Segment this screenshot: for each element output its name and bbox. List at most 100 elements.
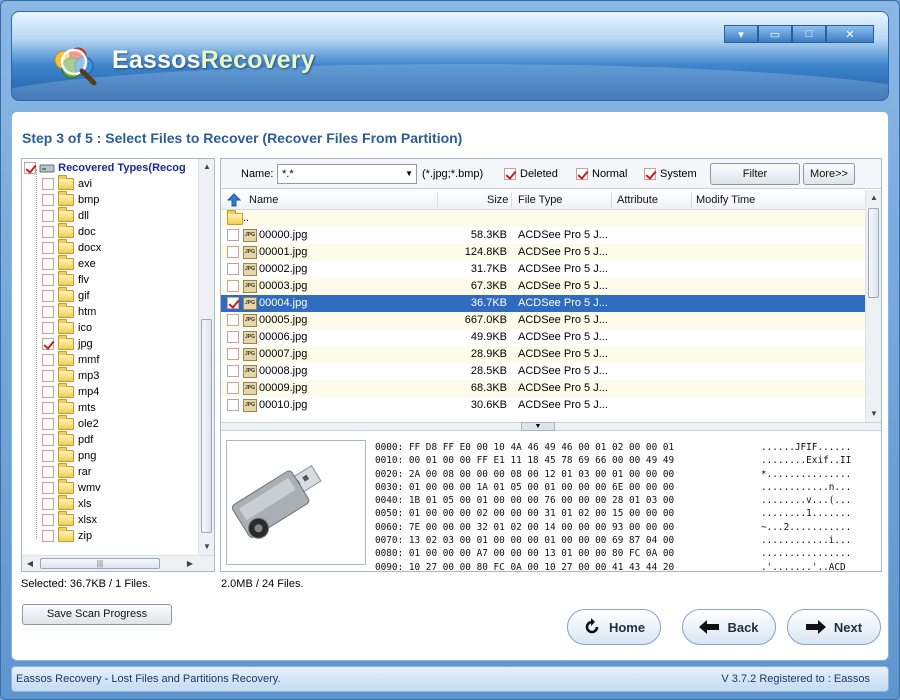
file-row-checkbox[interactable] <box>227 331 239 343</box>
file-row[interactable]: JPG 00005.jpg 667.0KB ACDSee Pro 5 J... <box>221 312 865 329</box>
tree-item[interactable]: jpg <box>42 335 93 352</box>
tree-item[interactable]: xls <box>42 495 91 512</box>
home-button[interactable]: Home <box>567 609 661 645</box>
dropdown-arrow-icon[interactable]: ▼ <box>405 165 413 183</box>
up-folder-icon[interactable] <box>227 193 241 207</box>
tree-item-checkbox[interactable] <box>42 450 54 463</box>
name-filter-combobox[interactable]: *.* ▼ <box>277 164 417 184</box>
scroll-down-arrow-icon[interactable]: ▼ <box>866 406 881 422</box>
system-checkbox-box[interactable] <box>644 168 656 180</box>
file-row[interactable]: JPG 00002.jpg 31.7KB ACDSee Pro 5 J... <box>221 261 865 278</box>
tree-item[interactable]: zip <box>42 527 92 544</box>
tree-item-checkbox[interactable] <box>42 242 54 255</box>
tree-item-checkbox[interactable] <box>42 418 54 431</box>
preview-splitter[interactable]: ▼ <box>221 422 881 431</box>
file-row-checkbox[interactable] <box>227 382 239 394</box>
file-row[interactable]: JPG 00008.jpg 28.5KB ACDSee Pro 5 J... <box>221 363 865 380</box>
scroll-right-arrow-icon[interactable]: ▶ <box>182 556 198 571</box>
system-checkbox[interactable]: System <box>644 168 697 180</box>
next-button[interactable]: Next <box>787 609 881 645</box>
save-scan-progress-button[interactable]: Save Scan Progress <box>22 604 172 625</box>
tree-item[interactable]: mp3 <box>42 367 99 384</box>
file-row-checkbox[interactable] <box>227 399 239 411</box>
tree-item-checkbox[interactable] <box>42 226 54 239</box>
tree-scroll-thumb[interactable] <box>201 319 212 533</box>
normal-checkbox[interactable]: Normal <box>576 168 627 180</box>
tree-item-checkbox[interactable] <box>42 258 54 271</box>
tree-item[interactable]: flv <box>42 271 89 288</box>
tree-item-checkbox[interactable] <box>42 386 54 399</box>
scroll-left-arrow-icon[interactable]: ◀ <box>22 556 38 571</box>
tree-item[interactable]: avi <box>42 175 92 192</box>
menu-dropdown-button[interactable]: ▾ <box>724 25 758 43</box>
scroll-up-arrow-icon[interactable]: ▲ <box>866 190 881 206</box>
tree-item-checkbox[interactable] <box>42 210 54 223</box>
tree-item-checkbox[interactable] <box>42 194 54 207</box>
tree-item-checkbox[interactable] <box>42 178 54 191</box>
tree-item-checkbox[interactable] <box>42 274 54 287</box>
column-header-attribute[interactable]: Attribute <box>617 194 658 206</box>
file-row[interactable]: JPG 00010.jpg 30.6KB ACDSee Pro 5 J... <box>221 397 865 414</box>
tree-item[interactable]: png <box>42 447 96 464</box>
tree-item[interactable]: mmf <box>42 351 99 368</box>
collapse-arrow-icon[interactable]: ▼ <box>521 422 555 431</box>
tree-horizontal-scrollbar[interactable]: ◀ ||| ▶ <box>22 555 214 571</box>
normal-checkbox-box[interactable] <box>576 168 588 180</box>
parent-directory-row[interactable]: .. <box>221 210 865 227</box>
tree-item-checkbox[interactable] <box>42 290 54 303</box>
more-button[interactable]: More>> <box>803 163 855 185</box>
tree-root[interactable]: Recovered Types(Recog <box>22 160 214 176</box>
tree-item-checkbox[interactable] <box>42 370 54 383</box>
tree-item-checkbox[interactable] <box>42 530 54 543</box>
tree-item[interactable]: htm <box>42 303 96 320</box>
file-row[interactable]: JPG 00007.jpg 28.9KB ACDSee Pro 5 J... <box>221 346 865 363</box>
tree-item[interactable]: dll <box>42 207 89 224</box>
minimize-button[interactable]: ▭ <box>758 25 792 43</box>
file-row-checkbox[interactable] <box>227 229 239 241</box>
tree-item[interactable]: doc <box>42 223 96 240</box>
deleted-checkbox[interactable]: Deleted <box>504 168 558 180</box>
deleted-checkbox-box[interactable] <box>504 168 516 180</box>
tree-item[interactable]: bmp <box>42 191 99 208</box>
file-row[interactable]: JPG 00004.jpg 36.7KB ACDSee Pro 5 J... <box>221 295 865 312</box>
file-row[interactable]: JPG 00006.jpg 49.9KB ACDSee Pro 5 J... <box>221 329 865 346</box>
tree-item[interactable]: rar <box>42 463 91 480</box>
tree-item[interactable]: mts <box>42 399 96 416</box>
scroll-down-arrow-icon[interactable]: ▼ <box>199 539 214 555</box>
tree-item-checkbox[interactable] <box>42 434 54 447</box>
tree-item-checkbox[interactable] <box>42 482 54 495</box>
tree-item-checkbox[interactable] <box>42 354 54 367</box>
file-row-checkbox[interactable] <box>227 246 239 258</box>
close-button[interactable]: ✕ <box>826 25 874 43</box>
file-row-checkbox[interactable] <box>227 263 239 275</box>
tree-item[interactable]: pdf <box>42 431 93 448</box>
file-row[interactable]: JPG 00003.jpg 67.3KB ACDSee Pro 5 J... <box>221 278 865 295</box>
tree-item-checkbox[interactable] <box>42 402 54 415</box>
file-row-checkbox[interactable] <box>227 365 239 377</box>
tree-vertical-scrollbar[interactable]: ▲ ▼ <box>198 159 214 555</box>
file-list-scroll-thumb[interactable] <box>868 208 879 298</box>
tree-hscroll-thumb[interactable]: ||| <box>40 558 160 569</box>
tree-item-checkbox[interactable] <box>42 466 54 479</box>
maximize-button[interactable]: □ <box>792 25 826 43</box>
tree-item-checkbox[interactable] <box>42 514 54 527</box>
tree-item[interactable]: mp4 <box>42 383 99 400</box>
file-row-checkbox[interactable] <box>227 297 239 309</box>
tree-item-checkbox[interactable] <box>42 306 54 319</box>
tree-item[interactable]: xlsx <box>42 511 97 528</box>
tree-item[interactable]: exe <box>42 255 96 272</box>
tree-item[interactable]: wmv <box>42 479 101 496</box>
filter-button[interactable]: Filter <box>710 163 800 185</box>
tree-item[interactable]: ico <box>42 319 92 336</box>
file-row-checkbox[interactable] <box>227 314 239 326</box>
column-header-name[interactable]: Name <box>249 194 278 206</box>
tree-root-checkbox[interactable] <box>24 162 36 175</box>
tree-item-checkbox[interactable] <box>42 338 54 351</box>
file-row[interactable]: JPG 00000.jpg 58.3KB ACDSee Pro 5 J... <box>221 227 865 244</box>
tree-item[interactable]: docx <box>42 239 101 256</box>
tree-item-checkbox[interactable] <box>42 322 54 335</box>
file-list-vertical-scrollbar[interactable]: ▲ ▼ <box>865 190 881 422</box>
tree-item[interactable]: ole2 <box>42 415 99 432</box>
file-row-checkbox[interactable] <box>227 348 239 360</box>
column-header-modify-time[interactable]: Modify Time <box>696 194 755 206</box>
